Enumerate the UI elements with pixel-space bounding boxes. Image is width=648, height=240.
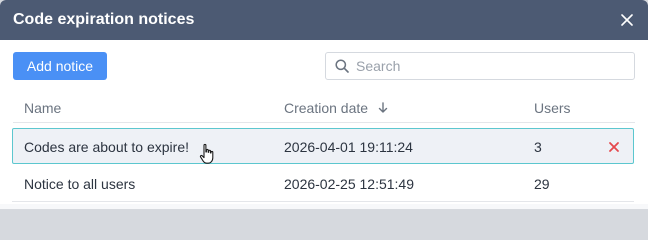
delete-icon[interactable] (607, 140, 621, 154)
row-users: 3 (534, 139, 542, 155)
table-row[interactable]: Codes are about to expire! 2026-04-01 19… (12, 128, 634, 164)
column-header-creation-date-label: Creation date (284, 100, 369, 116)
add-notice-button[interactable]: Add notice (13, 52, 107, 80)
arrow-down-icon (378, 100, 388, 118)
row-name: Codes are about to expire! (24, 139, 189, 155)
search-icon (335, 59, 349, 73)
column-header-creation-date[interactable]: Creation date (284, 99, 388, 118)
row-name: Notice to all users (24, 176, 136, 192)
dialog-titlebar: Code expiration notices (0, 0, 648, 40)
bottom-strip (0, 204, 648, 209)
column-header-users[interactable]: Users (534, 99, 571, 117)
code-expiration-dialog: Code expiration notices Add notice Name … (0, 0, 648, 209)
row-users: 29 (534, 176, 550, 192)
table-row[interactable]: Notice to all users 2026-02-25 12:51:49 … (12, 166, 634, 202)
search-input[interactable] (356, 55, 626, 77)
row-creation-date: 2026-04-01 19:11:24 (284, 139, 413, 155)
header-divider (13, 122, 635, 123)
search-box[interactable] (325, 52, 635, 80)
row-creation-date: 2026-02-25 12:51:49 (284, 176, 414, 192)
hand-pointer-icon (198, 143, 216, 165)
close-icon[interactable] (618, 11, 636, 29)
column-header-name[interactable]: Name (24, 99, 61, 117)
dialog-title: Code expiration notices (13, 11, 195, 28)
